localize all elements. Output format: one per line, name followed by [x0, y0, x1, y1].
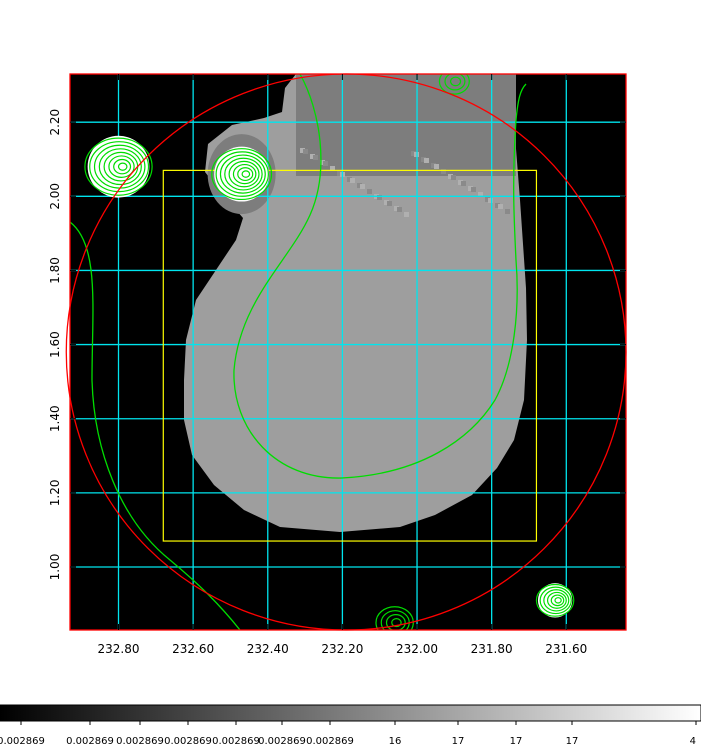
x-tick-label: 231.80: [471, 642, 513, 656]
y-tick-label: 1.00: [48, 554, 62, 581]
image-pixel-noise: [303, 149, 308, 154]
colorbar-tick-label: 17: [510, 736, 523, 747]
x-tick-label: 231.60: [545, 642, 587, 656]
colorbar-tick-label: 0.002869: [116, 736, 164, 747]
colorbar-tick-label: 0.002869: [0, 736, 45, 747]
x-tick-label: 232.40: [247, 642, 289, 656]
image-emission-darker-band: [296, 74, 516, 176]
y-tick-label: 1.20: [48, 479, 62, 506]
image-pixel-noise: [505, 209, 510, 214]
image-pixel-noise: [313, 155, 318, 160]
image-pixel-noise: [471, 187, 476, 192]
colorbar-tick-label: 0.002869: [212, 736, 260, 747]
x-tick-label: 232.20: [321, 642, 363, 656]
image-pixel-noise: [424, 158, 429, 163]
image-pixel-noise: [451, 175, 456, 180]
colorbar-gradient: [0, 704, 701, 722]
sky-image-chart: 232.80 232.60 232.40 232.20 232.00 231.80 231.…: [0, 73, 701, 747]
image-pixel-noise: [360, 184, 365, 189]
colorbar-tick-label: 17: [566, 736, 579, 747]
image-pixel-noise: [387, 201, 392, 206]
chart-panel: 232.80 232.60 232.40 232.20 232.00 231.80 231.…: [0, 0, 701, 748]
image-pixel-noise: [367, 189, 372, 194]
y-tick-label: 1.80: [48, 257, 62, 284]
colorbar-tick-label: 17: [452, 736, 465, 747]
x-tick-label: 232.60: [172, 642, 214, 656]
y-tick-label: 1.40: [48, 405, 62, 432]
x-tick-label: 232.80: [98, 642, 140, 656]
colorbar-tick-label: 0.002869: [306, 736, 354, 747]
x-tick-label: 232.00: [396, 642, 438, 656]
y-tick-label: 2.00: [48, 183, 62, 210]
image-pixel-noise: [404, 212, 409, 217]
colorbar: 0.002869 0.002869 0.002869 0.002869 0.002869…: [0, 704, 701, 747]
image-pixel-noise: [441, 169, 446, 174]
colorbar-tick-label: 0.002869: [164, 736, 212, 747]
image-pixel-noise: [461, 181, 466, 186]
y-tick-label: 1.60: [48, 331, 62, 358]
image-pixel-noise: [498, 204, 503, 209]
image-pixel-noise: [350, 178, 355, 183]
colorbar-tick-label: 16: [389, 736, 402, 747]
colorbar-tick-label: 0.002869: [66, 736, 114, 747]
image-pixel-noise: [397, 207, 402, 212]
plot-area: [65, 73, 627, 631]
colorbar-tick-label: 4: [690, 736, 696, 747]
colorbar-tick-label: 0.002869: [258, 736, 306, 747]
y-tick-label: 2.20: [48, 109, 62, 136]
image-pixel-noise: [434, 164, 439, 169]
image-pixel-noise: [323, 161, 328, 166]
